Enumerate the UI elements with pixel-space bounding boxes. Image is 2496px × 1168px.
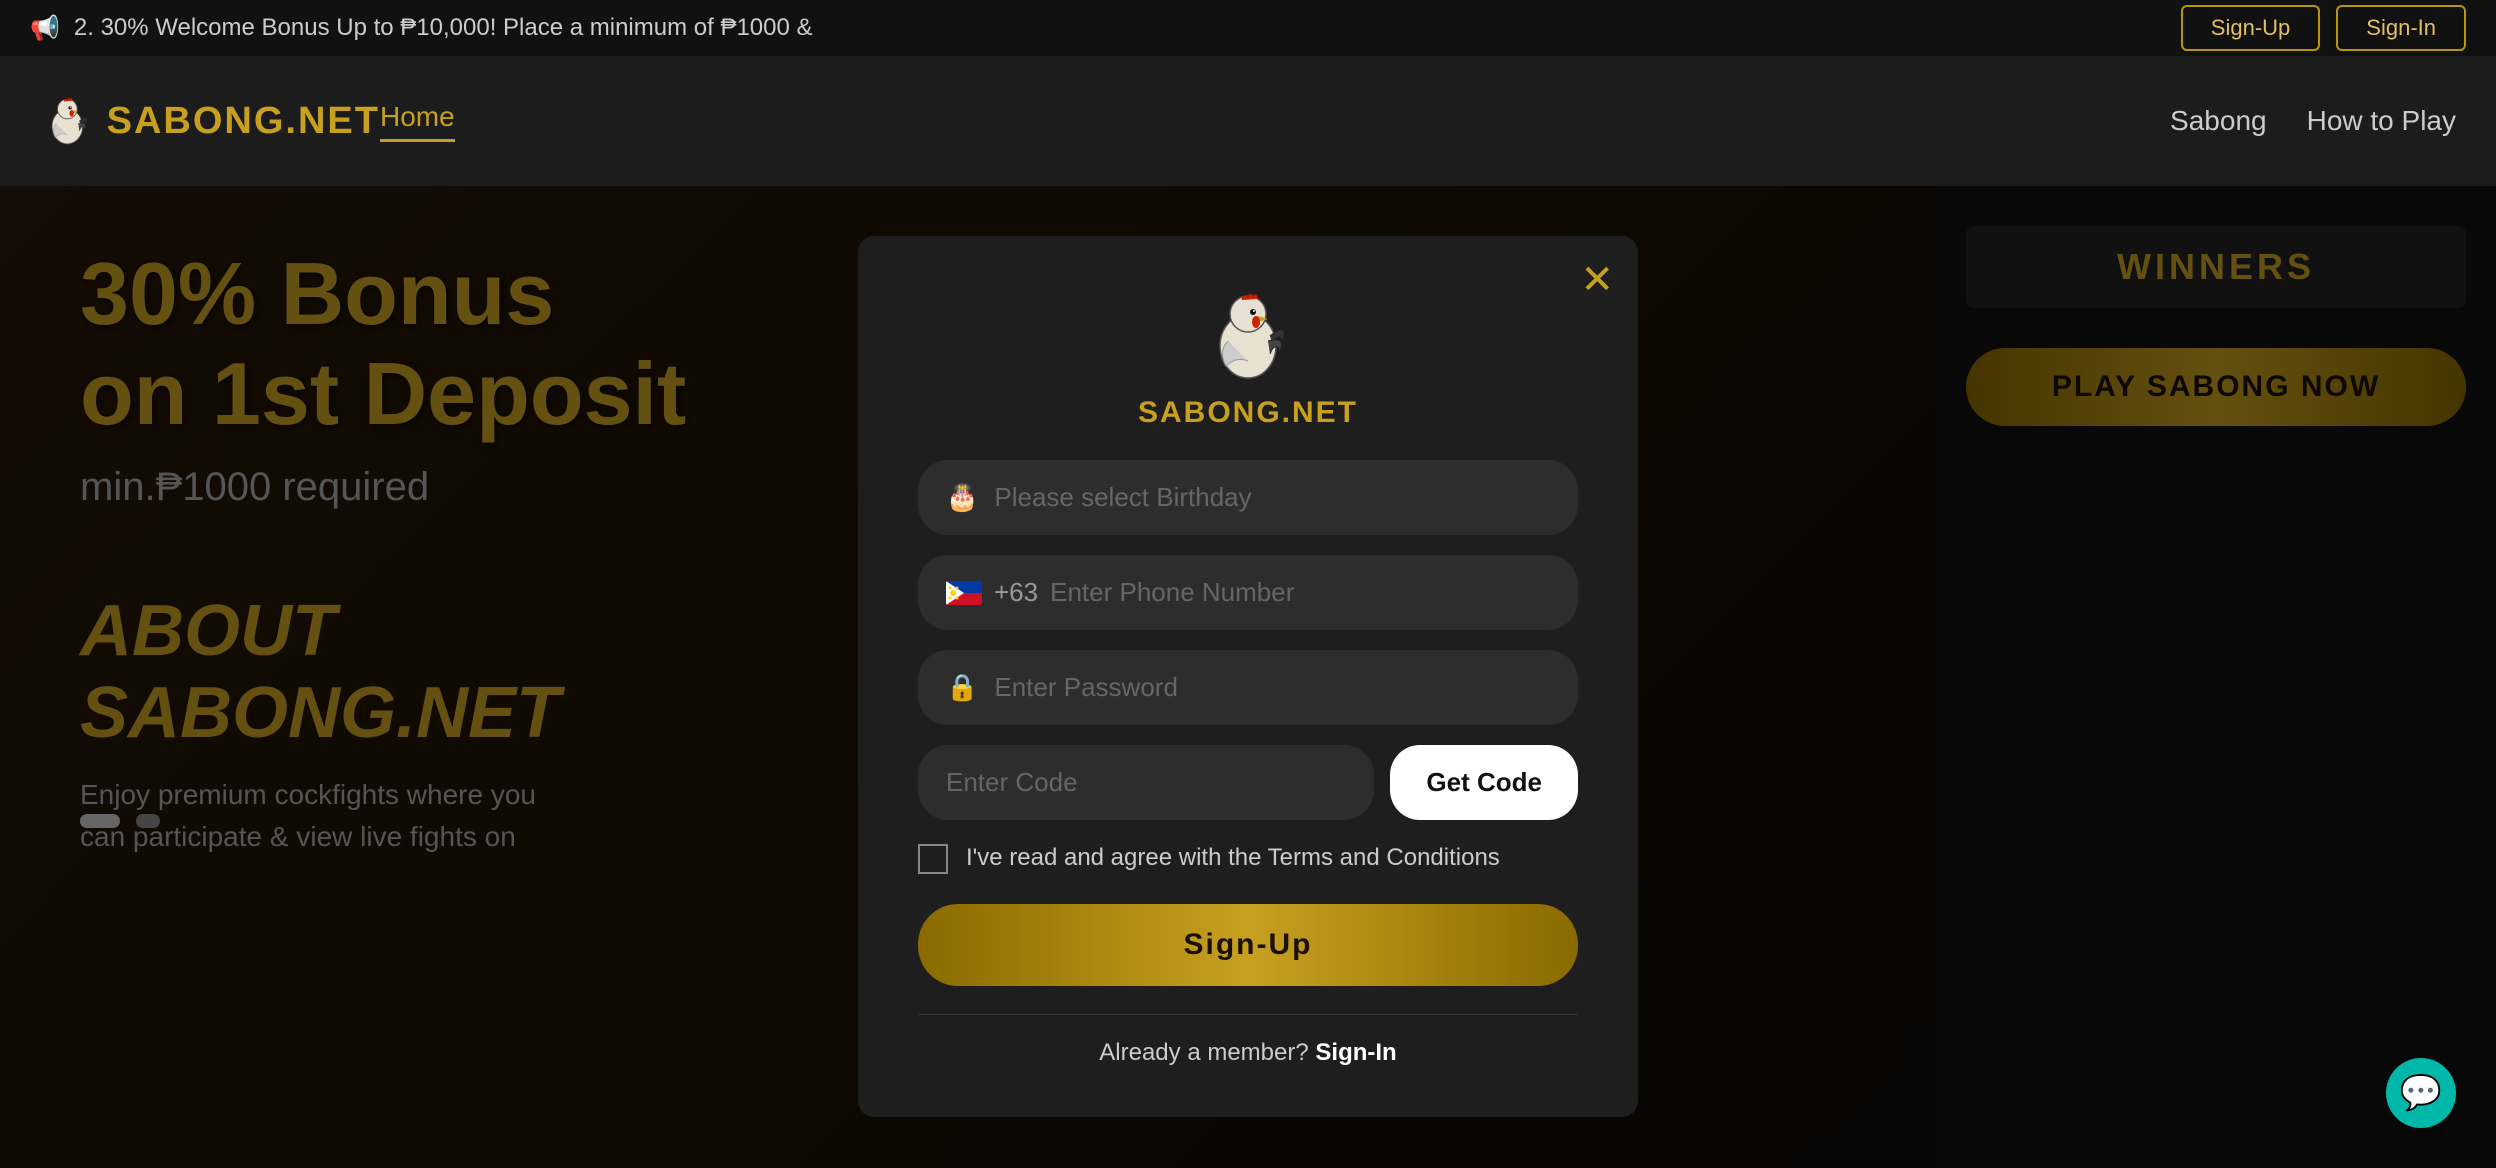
logo-area: SABONG.NET <box>40 71 380 171</box>
terms-checkbox[interactable] <box>918 844 948 874</box>
top-signup-button[interactable]: Sign-Up <box>2181 5 2320 51</box>
nav-sabong[interactable]: Sabong <box>2170 105 2267 137</box>
password-input[interactable] <box>994 672 1550 703</box>
signin-link[interactable]: Sign-In <box>1315 1039 1396 1066</box>
modal-logo-area: SABONG.NET <box>1138 286 1358 430</box>
phone-field[interactable]: +63 <box>918 555 1578 630</box>
modal-overlay: ✕ SABONG.NET <box>0 186 2496 1168</box>
birthday-icon: 🎂 <box>946 482 978 513</box>
modal-rooster-icon <box>1198 286 1298 386</box>
get-code-button[interactable]: Get Code <box>1390 745 1578 820</box>
signup-modal: ✕ SABONG.NET <box>858 236 1638 1117</box>
header: SABONG.NET Home Sabong How to Play <box>0 56 2496 186</box>
password-field[interactable]: 🔒 <box>918 650 1578 725</box>
lock-icon: 🔒 <box>946 672 978 703</box>
chat-button[interactable]: 💬 <box>2386 1058 2456 1128</box>
rooster-icon-header <box>40 71 95 171</box>
chat-icon: 💬 <box>2400 1073 2442 1113</box>
terms-text: I've read and agree with the Terms and C… <box>966 840 1500 876</box>
birthday-field[interactable]: 🎂 <box>918 460 1578 535</box>
modal-close-button[interactable]: ✕ <box>1580 260 1614 300</box>
already-text: Already a member? <box>1099 1039 1308 1066</box>
phone-prefix: +63 <box>994 577 1038 608</box>
top-signin-button[interactable]: Sign-In <box>2336 5 2466 51</box>
nav-right: Sabong How to Play <box>2170 105 2456 137</box>
announcement-text: 2. 30% Welcome Bonus Up to ₱10,000! Plac… <box>74 14 813 42</box>
megaphone-icon: 📢 <box>30 14 60 43</box>
announcement-left: 📢 2. 30% Welcome Bonus Up to ₱10,000! Pl… <box>30 14 813 43</box>
separator <box>918 1014 1578 1015</box>
code-row: Get Code <box>918 745 1578 820</box>
phone-input[interactable] <box>1050 577 1550 608</box>
ph-flag-icon <box>946 581 982 605</box>
announcement-bar: 📢 2. 30% Welcome Bonus Up to ₱10,000! Pl… <box>0 0 2496 56</box>
nav-howtoplay[interactable]: How to Play <box>2307 105 2456 137</box>
main-content: 30% Bonus on 1st Deposit min.₱1000 requi… <box>0 186 2496 1168</box>
logo-text: SABONG.NET <box>107 100 380 143</box>
nav-home[interactable]: Home <box>380 101 455 142</box>
nav-items: Home <box>380 101 2170 142</box>
already-member-text: Already a member? Sign-In <box>1099 1039 1396 1067</box>
birthday-field-group: 🎂 <box>918 460 1578 535</box>
code-input[interactable] <box>918 745 1374 820</box>
modal-logo-text: SABONG.NET <box>1138 396 1358 430</box>
signup-button[interactable]: Sign-Up <box>918 904 1578 986</box>
announcement-right: Sign-Up Sign-In <box>2181 5 2466 51</box>
birthday-input[interactable] <box>994 482 1550 513</box>
terms-row: I've read and agree with the Terms and C… <box>918 840 1578 876</box>
password-field-group: 🔒 <box>918 650 1578 725</box>
